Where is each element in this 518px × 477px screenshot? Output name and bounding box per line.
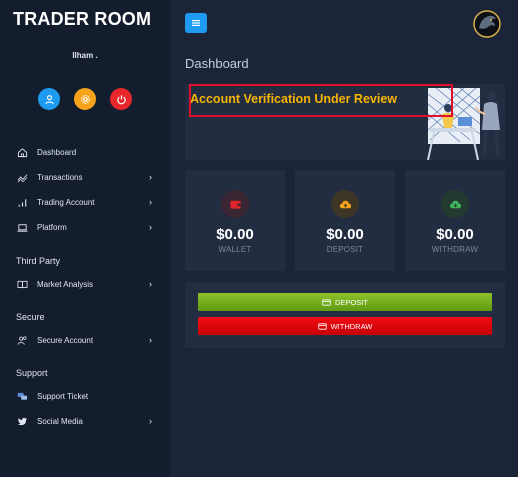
hamburger-icon	[192, 20, 200, 26]
deposit-button[interactable]: DEPOSIT	[198, 293, 492, 311]
sidebar-item-label: Support Ticket	[37, 391, 89, 401]
section-heading-third-party: Third Party	[16, 256, 61, 266]
trend-icon	[16, 171, 28, 183]
brand-logo-icon	[473, 10, 501, 38]
sidebar-item-label: Secure Account	[37, 335, 94, 345]
sidebar-item-label: Social Media	[37, 416, 83, 426]
sidebar-item-transactions[interactable]: Transactions ›	[0, 168, 170, 186]
deposit-amount: $0.00	[326, 226, 364, 243]
sidebar-item-label: Platform	[37, 222, 67, 232]
settings-button[interactable]	[74, 88, 96, 110]
section-heading-secure: Secure	[16, 312, 45, 322]
main-content: Dashboard Account Verification Under Rev…	[170, 0, 518, 477]
credit-card-icon	[322, 298, 331, 306]
sidebar-item-platform[interactable]: Platform ›	[0, 218, 170, 236]
menu-toggle-button[interactable]	[185, 13, 207, 33]
bar-chart-icon	[16, 196, 28, 208]
wallet-badge	[221, 190, 249, 218]
cloud-download-icon	[449, 200, 461, 208]
deposit-button-label: DEPOSIT	[335, 297, 368, 307]
gear-icon	[80, 94, 90, 104]
wallet-icon	[229, 200, 241, 209]
highlight-frame	[189, 84, 453, 117]
chevron-right-icon: ›	[149, 279, 152, 289]
section-heading-support: Support	[16, 368, 48, 378]
actions-panel: DEPOSIT WITHDRAW	[185, 282, 505, 348]
brand-title: TRADER ROOM	[13, 9, 152, 29]
sidebar-item-support-ticket[interactable]: Support Ticket	[0, 387, 170, 405]
wallet-caption: WALLET	[218, 245, 252, 254]
sidebar-item-secure-account[interactable]: Secure Account ›	[0, 331, 170, 349]
sidebar-item-dashboard[interactable]: Dashboard	[0, 143, 170, 161]
chevron-right-icon: ›	[149, 416, 152, 426]
sidebar-item-label: Trading Account	[37, 197, 95, 207]
verification-banner: Account Verification Under Review	[185, 84, 505, 160]
withdraw-card: $0.00 WITHDRAW	[405, 170, 505, 271]
page-title: Dashboard	[185, 56, 249, 71]
cloud-upload-icon	[339, 200, 351, 208]
profile-button[interactable]	[38, 88, 60, 110]
chevron-right-icon: ›	[149, 222, 152, 232]
chat-icon	[16, 390, 28, 402]
logout-button[interactable]	[110, 88, 132, 110]
chevron-right-icon: ›	[149, 335, 152, 345]
laptop-icon	[16, 221, 28, 233]
sidebar-item-label: Transactions	[37, 172, 83, 182]
sidebar-item-label: Dashboard	[37, 147, 77, 157]
sidebar-item-social-media[interactable]: Social Media ›	[0, 412, 170, 430]
chevron-right-icon: ›	[149, 172, 152, 182]
deposit-caption: DEPOSIT	[326, 245, 364, 254]
twitter-icon	[16, 415, 28, 427]
power-icon	[116, 94, 126, 104]
sidebar-item-market-analysis[interactable]: Market Analysis ›	[0, 275, 170, 293]
wallet-amount: $0.00	[216, 226, 254, 243]
deposit-badge	[331, 190, 359, 218]
withdraw-badge	[441, 190, 469, 218]
wallet-card: $0.00 WALLET	[185, 170, 285, 271]
deposit-card: $0.00 DEPOSIT	[295, 170, 395, 271]
withdraw-button[interactable]: WITHDRAW	[198, 317, 492, 335]
home-icon	[16, 146, 28, 158]
sidebar: TRADER ROOM Ilham . Dashboard Transactio…	[0, 0, 170, 477]
user-icon	[44, 94, 54, 104]
username: Ilham .	[72, 51, 98, 60]
withdraw-button-label: WITHDRAW	[330, 321, 373, 331]
withdraw-caption: WITHDRAW	[431, 245, 479, 254]
sidebar-item-label: Market Analysis	[37, 279, 94, 289]
withdraw-amount: $0.00	[436, 226, 474, 243]
book-icon	[16, 278, 28, 290]
credit-card-icon	[317, 322, 327, 330]
users-icon	[16, 334, 28, 346]
sidebar-item-trading-account[interactable]: Trading Account ›	[0, 193, 170, 211]
chevron-right-icon: ›	[149, 197, 152, 207]
